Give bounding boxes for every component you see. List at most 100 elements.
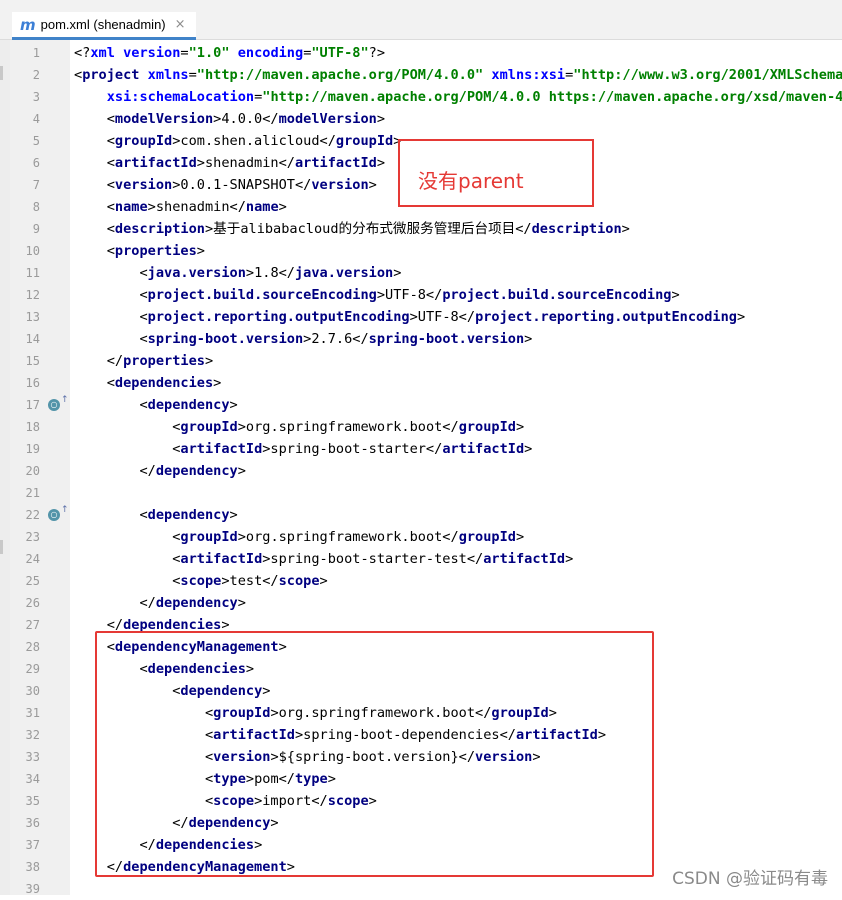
strip-marker [0,66,3,80]
xml-text: > [237,463,246,479]
xml-text: = [188,67,197,83]
line-number: 6 [32,156,40,170]
xml-text: ?> [368,45,386,61]
xml-attribute: encoding [237,45,304,61]
xml-text: >test</ [221,573,279,589]
xml-text: > [376,111,386,127]
xml-text: > [515,529,525,545]
code-line[interactable]: <dependencies> [74,372,222,394]
code-line[interactable]: <?xml version="1.0" encoding="UTF-8"?> [74,42,385,64]
line-number: 22 [25,508,40,522]
xml-text: > [319,573,328,589]
line-number: 17 [25,398,40,412]
xml-text: >0.0.1-SNAPSHOT</ [172,177,312,193]
xml-attribute-value: "UTF-8" [311,45,369,61]
arrow-up-icon: ↑ [61,505,69,515]
xml-tag-name: artifactId [442,441,525,457]
code-line[interactable]: </dependency> [74,592,245,614]
code-line[interactable]: <version>0.0.1-SNAPSHOT</version> [74,174,377,196]
line-number: 4 [32,112,40,126]
line-number: 36 [25,816,40,830]
line-number: 21 [25,486,40,500]
xml-tag-name: java.version [295,265,394,281]
code-line[interactable]: <groupId>com.shen.alicloud</groupId> [74,130,402,152]
xml-tag-name: dependency [155,595,238,611]
line-number: 27 [25,618,40,632]
xml-text: >1.8</ [245,265,295,281]
xml-attribute: xmlns [147,67,189,83]
xml-text: >org.springframework.boot</ [237,529,459,545]
code-line[interactable]: <project xmlns="http://maven.apache.org/… [74,64,842,86]
xml-text: > [671,287,680,303]
xml-text: < [74,155,115,171]
code-line[interactable]: </properties> [74,350,213,372]
line-number: 10 [25,244,40,258]
line-number: 33 [25,750,40,764]
xml-text: < [74,67,83,83]
xml-text: < [74,507,148,523]
line-number: 15 [25,354,40,368]
line-number: 19 [25,442,40,456]
xml-text: >shenadmin</ [196,155,295,171]
code-line[interactable]: <artifactId>shenadmin</artifactId> [74,152,385,174]
code-line[interactable]: </dependency> [74,460,246,482]
xml-tag-name: project.reporting.outputEncoding [147,309,410,325]
xml-text: </ [74,463,156,479]
line-number: 18 [25,420,40,434]
xml-attribute-value: "1.0" [188,45,230,61]
xml-text: > [213,375,222,391]
xml-tag-name: artifactId [114,155,197,171]
code-line[interactable]: <artifactId>spring-boot-starter-test</ar… [74,548,573,570]
xml-tag-name: project.build.sourceEncoding [147,287,377,303]
strip-marker [0,540,3,554]
maven-dependency-icon[interactable]: ○ [48,509,60,521]
xml-text: > [524,331,533,347]
code-line[interactable]: <spring-boot.version>2.7.6</spring-boot.… [74,328,532,350]
xml-text: </ [74,353,124,369]
line-number: 26 [25,596,40,610]
code-line[interactable]: <dependency> [74,394,238,416]
code-line[interactable]: <name>shenadmin</name> [74,196,287,218]
xml-text: > [565,551,574,567]
line-number: 32 [25,728,40,742]
xml-text: > [229,397,238,413]
maven-file-icon: m [20,15,36,34]
xml-tag-name: version [311,177,369,193]
close-icon[interactable]: × [175,17,186,32]
xml-attribute-value: "http://www.w3.org/2001/XMLSchema-i [573,67,842,83]
xml-text: < [74,177,115,193]
xml-text: < [74,287,148,303]
line-number-gutter[interactable]: 1 2 3 4 5 6 7 8 9 10 11 12 13 14 15 16 17 ○ ↑ 18 19 20 21 22 ○ ↑ 2… [10,40,79,896]
code-line[interactable]: <description>基于alibabacloud的分布式微服务管理后台项目… [74,218,630,240]
code-line[interactable]: <project.build.sourceEncoding>UTF-8</pro… [74,284,680,306]
code-line[interactable]: <java.version>1.8</java.version> [74,262,401,284]
xml-tag-name: java.version [147,265,246,281]
xml-text: < [74,441,181,457]
xml-text: < [74,243,115,259]
xml-attribute-value: "http://maven.apache.org/POM/4.0.0 https… [262,89,842,105]
xml-tag-name: spring-boot.version [368,331,525,347]
code-line[interactable]: <dependency> [74,504,237,526]
xml-tag-name: spring-boot.version [147,331,304,347]
maven-dependency-icon[interactable]: ○ [48,399,60,411]
code-line[interactable]: <properties> [74,240,205,262]
xml-text: > [278,199,287,215]
xml-tag-name: artifactId [180,441,263,457]
xml-tag-name: dependency [147,397,230,413]
code-line[interactable]: <modelVersion>4.0.0</modelVersion> [74,108,385,130]
line-number: 2 [32,68,40,82]
tab-pom-xml[interactable]: m pom.xml (shenadmin) × [12,12,196,40]
code-line[interactable]: xsi:schemaLocation="http://maven.apache.… [74,86,842,108]
editor-tab-bar: m pom.xml (shenadmin) × [0,0,842,40]
line-number: 7 [32,178,40,192]
xml-text: >spring-boot-starter-test</ [262,551,484,567]
xml-text: > [515,419,525,435]
xml-text: < [74,265,148,281]
xml-text: = [180,45,189,61]
code-line[interactable]: <groupId>org.springframework.boot</group… [74,416,524,438]
xml-text: < [74,397,148,413]
code-line[interactable]: <artifactId>spring-boot-starter</artifac… [74,438,532,460]
code-line[interactable]: <scope>test</scope> [74,570,328,592]
code-line[interactable]: <project.reporting.outputEncoding>UTF-8<… [74,306,745,328]
code-line[interactable]: <groupId>org.springframework.boot</group… [74,526,524,548]
